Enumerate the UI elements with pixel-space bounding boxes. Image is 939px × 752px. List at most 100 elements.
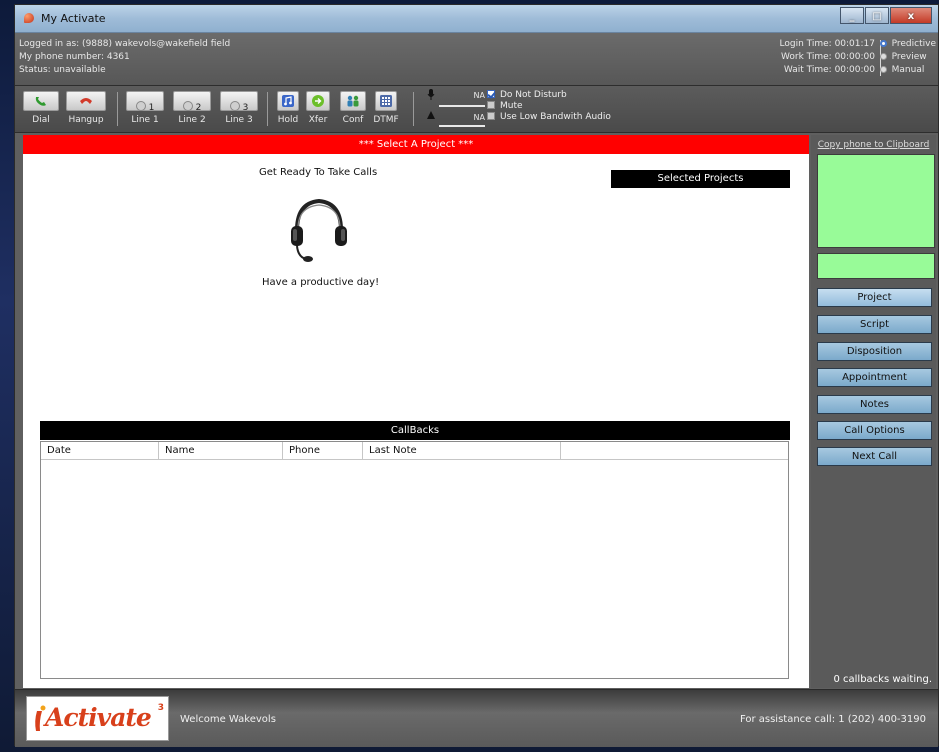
mic-level-slider[interactable] [439, 105, 485, 107]
checkbox-checked-icon[interactable] [487, 90, 495, 98]
wait-time: Wait Time: 00:00:00 [783, 65, 875, 75]
login-time: Login Time: 00:01:17 [779, 39, 875, 49]
phone-icon [35, 97, 46, 106]
window-title: My Activate [41, 12, 106, 25]
speaker-level-slider[interactable] [439, 125, 485, 127]
disposition-button[interactable]: Disposition [817, 342, 932, 361]
title-bar[interactable]: My Activate _ □ x [15, 5, 938, 33]
logged-in-text: Logged in as: (9888) wakevols@wakefield … [19, 39, 231, 49]
line-status-icon [182, 101, 193, 111]
copy-phone-link[interactable]: Copy phone to Clipboard [811, 140, 936, 150]
radio-icon[interactable] [879, 40, 887, 47]
assistance-text: For assistance call: 1 (202) 400-3190 [739, 714, 926, 725]
conference-icon [347, 95, 359, 107]
hangup-button[interactable] [66, 91, 106, 111]
contact-info-box [817, 154, 935, 248]
hangup-control: Hangup [66, 91, 106, 125]
line2-button[interactable]: 2 [173, 91, 211, 113]
dtmf-button[interactable] [375, 91, 397, 111]
dial-button[interactable] [23, 91, 59, 111]
phone-display-box [817, 253, 935, 279]
keypad-icon [380, 95, 392, 107]
selected-projects-header: Selected Projects [611, 170, 790, 188]
audio-options: Do Not Disturb Mute Use Low Bandwith Aud… [487, 90, 611, 123]
divider [413, 92, 414, 126]
agent-info: Logged in as: (9888) wakevols@wakefield … [19, 38, 230, 77]
mute-option[interactable]: Mute [487, 101, 611, 112]
mic-level: NA [473, 91, 485, 100]
divider [117, 92, 118, 126]
line1-control: 1 Line 1 [126, 91, 164, 125]
hold-control: Hold [277, 91, 299, 125]
conf-button[interactable] [340, 91, 366, 111]
xfer-button[interactable] [306, 91, 330, 111]
select-project-banner[interactable]: *** Select A Project *** [23, 135, 809, 154]
app-window: My Activate _ □ x Logged in as: (9888) w… [14, 4, 939, 747]
dial-control: Dial [23, 91, 59, 125]
speaker-icon [427, 111, 435, 119]
column-header-last-note[interactable]: Last Note [363, 442, 561, 459]
close-button[interactable]: x [890, 7, 932, 24]
column-header-date[interactable]: Date [41, 442, 159, 459]
callbacks-table[interactable]: Date Name Phone Last Note [40, 441, 789, 679]
headset-icon [291, 198, 347, 262]
ready-heading: Get Ready To Take Calls [259, 167, 378, 178]
xfer-control: Xfer [306, 91, 330, 125]
main-panel: *** Select A Project *** Get Ready To Ta… [23, 135, 809, 688]
callbacks-header: CallBacks [40, 421, 790, 440]
checkbox-icon[interactable] [487, 101, 495, 109]
mode-manual[interactable]: Manual [879, 64, 936, 77]
right-panel: Copy phone to Clipboard Project Script D… [811, 135, 936, 688]
line-status-icon [135, 101, 146, 111]
music-note-icon [282, 95, 294, 107]
mode-predictive[interactable]: Predictive [879, 38, 936, 51]
status-text: Status: unavailable [19, 65, 106, 75]
line3-control: 3 Line 3 [220, 91, 258, 125]
speaker-level: NA [473, 113, 485, 122]
divider [267, 92, 268, 126]
time-info: Login Time: 00:01:17 Work Time: 00:00:00… [780, 38, 875, 77]
line-status-icon [229, 101, 240, 111]
maximize-button[interactable]: □ [865, 7, 889, 24]
do-not-disturb-option[interactable]: Do Not Disturb [487, 90, 611, 101]
app-icon [24, 13, 34, 23]
next-call-button[interactable]: Next Call [817, 447, 932, 466]
checkbox-icon[interactable] [487, 112, 495, 120]
conf-control: Conf [340, 91, 366, 125]
dtmf-control: DTMF [371, 91, 401, 125]
low-bandwidth-option[interactable]: Use Low Bandwith Audio [487, 112, 611, 123]
callbacks-waiting-status: 0 callbacks waiting. [833, 674, 932, 685]
info-bar: Logged in as: (9888) wakevols@wakefield … [15, 33, 938, 86]
radio-icon[interactable] [879, 53, 887, 60]
minimize-button[interactable]: _ [840, 7, 864, 24]
transfer-icon [312, 95, 324, 107]
line1-button[interactable]: 1 [126, 91, 164, 113]
logo-superscript: 3 [157, 703, 164, 713]
footer: Activate 3 Welcome Wakevols For assistan… [15, 689, 938, 747]
radio-icon[interactable] [879, 66, 887, 73]
phone-toolbar: Dial Hangup 1 Line 1 2 Line 2 3 Line 3 H… [15, 86, 938, 133]
phone-number-text: My phone number: 4361 [19, 52, 130, 62]
script-button[interactable]: Script [817, 315, 932, 334]
call-options-button[interactable]: Call Options [817, 421, 932, 440]
work-time: Work Time: 00:00:00 [781, 52, 875, 62]
hangup-icon [80, 98, 92, 104]
activate-logo: Activate 3 [26, 696, 169, 741]
mode-preview[interactable]: Preview [879, 51, 936, 64]
column-header-name[interactable]: Name [159, 442, 283, 459]
notes-button[interactable]: Notes [817, 395, 932, 414]
audio-levels: NA NA [425, 89, 485, 129]
window-controls: _ □ x [839, 7, 932, 27]
logo-text: Activate [45, 703, 152, 732]
callbacks-table-header: Date Name Phone Last Note [41, 442, 788, 460]
dial-mode-group: Predictive Preview Manual [879, 38, 936, 77]
project-button[interactable]: Project [817, 288, 932, 307]
line2-control: 2 Line 2 [173, 91, 211, 125]
hold-button[interactable] [277, 91, 299, 111]
microphone-icon [427, 89, 435, 100]
productive-message: Have a productive day! [262, 277, 380, 288]
welcome-text: Welcome Wakevols [180, 714, 276, 725]
appointment-button[interactable]: Appointment [817, 368, 932, 387]
column-header-phone[interactable]: Phone [283, 442, 363, 459]
line3-button[interactable]: 3 [220, 91, 258, 113]
